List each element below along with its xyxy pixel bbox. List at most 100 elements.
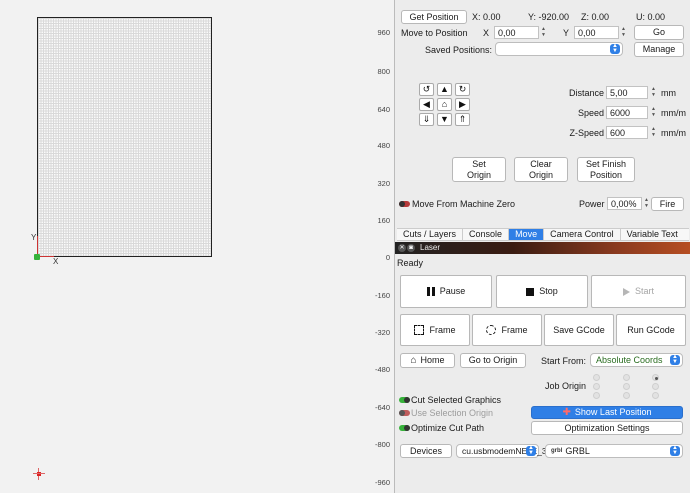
job-origin-radio[interactable] bbox=[652, 383, 659, 390]
job-origin-radio[interactable] bbox=[593, 374, 600, 381]
job-origin-radio[interactable] bbox=[652, 392, 659, 399]
tab-camera-control[interactable]: Camera Control bbox=[544, 229, 621, 240]
rotate-cw-icon[interactable]: ↻ bbox=[455, 83, 470, 96]
frame-rect-button[interactable]: Frame bbox=[400, 314, 470, 346]
saved-positions-label: Saved Positions: bbox=[425, 45, 493, 55]
save-gcode-button[interactable]: Save GCode bbox=[544, 314, 614, 346]
close-icon[interactable]: ✕ bbox=[398, 244, 406, 252]
tab-move[interactable]: Move bbox=[509, 229, 545, 240]
job-origin-radio[interactable] bbox=[623, 383, 630, 390]
saved-positions-select[interactable]: ▲ ▼ bbox=[495, 42, 623, 56]
ruler-label: -320 bbox=[374, 328, 390, 337]
tab-cuts-layers[interactable]: Cuts / Layers bbox=[397, 229, 464, 240]
z-speed-label: Z-Speed bbox=[569, 128, 604, 138]
optimize-cut-path-label: Optimize Cut Path bbox=[411, 423, 485, 433]
clear-origin-button[interactable]: Clear Origin bbox=[514, 157, 568, 182]
power-stepper[interactable]: ▲ ▼ bbox=[643, 197, 650, 209]
distance-stepper[interactable]: ▲ ▼ bbox=[650, 86, 657, 98]
start-button[interactable]: Start bbox=[591, 275, 686, 308]
get-position-button[interactable]: Get Position bbox=[401, 10, 467, 24]
job-origin-radio[interactable] bbox=[593, 383, 600, 390]
chevron-updown-icon: ▲ ▼ bbox=[526, 445, 536, 456]
move-y-stepper[interactable]: ▲ ▼ bbox=[620, 26, 627, 38]
device-port-select[interactable]: cu.usbmodemNEJE_3_ ▲ ▼ bbox=[456, 444, 551, 458]
speed-input[interactable]: 6000 bbox=[606, 106, 648, 119]
laser-bed-grid[interactable] bbox=[37, 17, 212, 257]
crosshair-icon bbox=[33, 468, 45, 480]
start-from-label: Start From: bbox=[541, 356, 587, 366]
z-down-icon[interactable]: ⇓ bbox=[419, 113, 434, 126]
start-from-select[interactable]: Absolute Coords ▲ ▼ bbox=[590, 353, 683, 367]
ruler-label: -960 bbox=[374, 478, 390, 487]
ruler-label: -160 bbox=[374, 291, 390, 300]
z-speed-stepper[interactable]: ▲ ▼ bbox=[650, 126, 657, 138]
z-readout: Z: 0.00 bbox=[581, 12, 610, 22]
laser-window-titlebar: ✕ ◙ Laser bbox=[395, 242, 690, 254]
tab-variable-text[interactable]: Variable Text bbox=[621, 229, 684, 240]
ruler-label: -480 bbox=[374, 365, 390, 374]
show-last-position-label: Show Last Position bbox=[574, 407, 652, 418]
move-x-stepper[interactable]: ▲ ▼ bbox=[540, 26, 547, 38]
frame-circle-button[interactable]: Frame bbox=[472, 314, 542, 346]
job-origin-radio[interactable] bbox=[652, 374, 659, 381]
use-selection-origin-toggle[interactable] bbox=[399, 410, 410, 416]
home-icon[interactable]: ⌂ bbox=[437, 98, 452, 111]
go-to-origin-button[interactable]: Go to Origin bbox=[460, 353, 526, 368]
ruler-label: 0 bbox=[385, 253, 390, 262]
show-last-position-button[interactable]: ✚ Show Last Position bbox=[531, 406, 683, 419]
frame-circle-label: Frame bbox=[501, 324, 528, 335]
pause-button[interactable]: Pause bbox=[400, 275, 492, 308]
grbl-logo-icon: grbl bbox=[551, 448, 563, 454]
z-speed-input[interactable]: 600 bbox=[606, 126, 648, 139]
frame-rect-label: Frame bbox=[429, 324, 456, 335]
chevron-updown-icon: ▲ ▼ bbox=[610, 43, 620, 54]
stop-button[interactable]: Stop bbox=[496, 275, 588, 308]
jog-up-button[interactable]: ▲ bbox=[437, 83, 452, 96]
job-origin-radio[interactable] bbox=[623, 392, 630, 399]
tab-console[interactable]: Console bbox=[463, 229, 510, 240]
job-origin-radio[interactable] bbox=[623, 374, 630, 381]
jog-control: ↺ ▲ ↻ ◀ ⌂ ▶ ⇓ ▼ ⇑ bbox=[418, 82, 472, 128]
devices-button[interactable]: Devices bbox=[400, 444, 452, 458]
jog-down-button[interactable]: ▼ bbox=[437, 113, 452, 126]
ruler-label: -800 bbox=[374, 440, 390, 449]
y-axis-label: Y bbox=[31, 233, 37, 242]
ruler-label: -640 bbox=[374, 403, 390, 412]
pause-label: Pause bbox=[439, 286, 466, 297]
manage-button[interactable]: Manage bbox=[634, 42, 684, 57]
jog-left-button[interactable]: ◀ bbox=[419, 98, 434, 111]
ruler-label: 800 bbox=[377, 67, 390, 76]
move-x-input[interactable]: 0,00 bbox=[494, 26, 539, 39]
set-origin-button[interactable]: Set Origin bbox=[452, 157, 506, 182]
z-up-icon[interactable]: ⇑ bbox=[455, 113, 470, 126]
optimization-settings-button[interactable]: Optimization Settings bbox=[531, 421, 683, 435]
chevron-updown-icon: ▲ ▼ bbox=[670, 354, 680, 365]
move-from-zero-toggle[interactable] bbox=[399, 201, 410, 207]
ruler-label: 640 bbox=[377, 105, 390, 114]
controller-select[interactable]: grbl GRBL ▲ ▼ bbox=[545, 444, 683, 458]
move-y-input[interactable]: 0,00 bbox=[574, 26, 619, 39]
x-readout: X: 0.00 bbox=[472, 12, 501, 22]
fire-button[interactable]: Fire bbox=[651, 197, 684, 211]
rotate-ccw-icon[interactable]: ↺ bbox=[419, 83, 434, 96]
float-icon[interactable]: ◙ bbox=[407, 244, 415, 252]
power-label: Power bbox=[579, 199, 605, 209]
cut-selected-toggle[interactable] bbox=[399, 397, 410, 403]
frame-circle-icon bbox=[486, 325, 497, 335]
job-origin-radio[interactable] bbox=[593, 392, 600, 399]
ruler-label: 480 bbox=[377, 141, 390, 150]
optimize-cut-path-toggle[interactable] bbox=[399, 425, 410, 431]
speed-stepper[interactable]: ▲ ▼ bbox=[650, 106, 657, 118]
frame-rect-icon bbox=[414, 325, 425, 335]
stop-icon bbox=[526, 287, 535, 296]
jog-right-button[interactable]: ▶ bbox=[455, 98, 470, 111]
run-gcode-button[interactable]: Run GCode bbox=[616, 314, 686, 346]
set-finish-position-button[interactable]: Set Finish Position bbox=[577, 157, 635, 182]
workspace-canvas[interactable]: Y X 960 800 640 480 320 160 0 -160 -320 … bbox=[0, 0, 394, 493]
power-input[interactable]: 0,00% bbox=[607, 197, 642, 210]
start-from-value: Absolute Coords bbox=[596, 355, 663, 365]
home-button[interactable]: ⌂ Home bbox=[400, 353, 455, 368]
distance-input[interactable]: 5,00 bbox=[606, 86, 648, 99]
tab-bar: Cuts / Layers Console Move Camera Contro… bbox=[397, 228, 689, 241]
go-button[interactable]: Go bbox=[634, 25, 684, 40]
